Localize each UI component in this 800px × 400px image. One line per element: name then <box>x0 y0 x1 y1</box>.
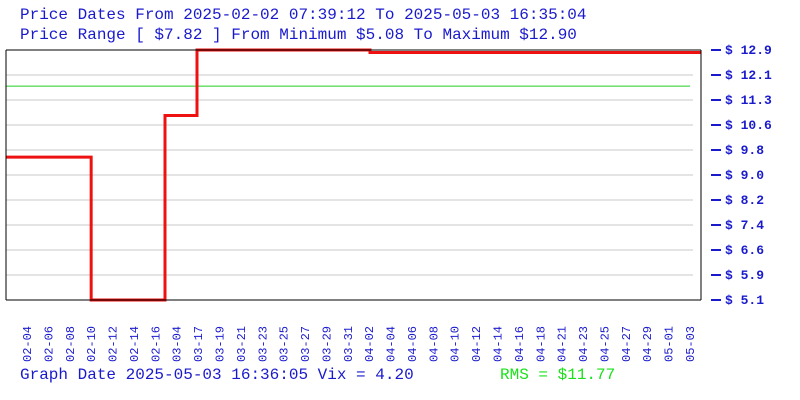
y-tick-label: $ 12.9 <box>725 43 772 58</box>
x-tick-label: 04-21 <box>556 326 570 362</box>
x-tick-label: 04-25 <box>598 326 612 362</box>
x-tick-label: 04-18 <box>534 326 548 362</box>
y-axis: $ 12.9 $ 12.1 $ 11.3 $ 10.6 $ 9.8 $ 9.0 $ 8.2 $… <box>711 43 772 308</box>
x-tick-label: 03-25 <box>278 326 292 362</box>
rms-value: RMS = $11.77 <box>500 366 616 384</box>
x-tick-label: 04-27 <box>620 326 634 362</box>
x-tick-label: 02-12 <box>107 326 121 362</box>
x-tick-label: 03-17 <box>192 326 206 362</box>
x-tick-label: 05-03 <box>684 326 698 362</box>
x-tick-label: 02-14 <box>128 326 142 362</box>
price-chart: $ 12.9 $ 12.1 $ 11.3 $ 10.6 $ 9.8 $ 9.0 $ 8.2 $… <box>5 43 772 362</box>
y-tick-label: $ 7.4 <box>725 218 764 233</box>
x-tick-label: 02-06 <box>42 326 56 362</box>
y-tick-label: $ 9.0 <box>725 168 764 183</box>
x-tick-label: 04-12 <box>470 326 484 362</box>
x-tick-label: 03-29 <box>320 326 334 362</box>
x-tick-label: 04-08 <box>427 326 441 362</box>
x-tick-label: 02-16 <box>149 326 163 362</box>
x-tick-label: 03-21 <box>235 326 249 362</box>
x-tick-label: 04-02 <box>363 326 377 362</box>
x-tick-label: 04-10 <box>449 326 463 362</box>
x-tick-label: 03-04 <box>171 326 185 362</box>
x-tick-label: 05-01 <box>663 326 677 362</box>
y-tick-label: $ 9.8 <box>725 143 764 158</box>
x-tick-label: 03-23 <box>256 326 270 362</box>
x-tick-label: 03-27 <box>299 326 313 362</box>
x-tick-label: 02-08 <box>64 326 78 362</box>
x-tick-label: 03-19 <box>213 326 227 362</box>
x-tick-label: 04-23 <box>577 326 591 362</box>
x-tick-label: 04-06 <box>406 326 420 362</box>
x-tick-label: 03-31 <box>342 326 356 362</box>
x-tick-label: 02-10 <box>85 326 99 362</box>
x-tick-label: 02-04 <box>21 326 35 362</box>
x-axis: 02-04 02-06 02-08 02-10 02-12 02-14 02-16 03-04… <box>21 326 698 362</box>
grid-lines <box>6 74 693 276</box>
x-tick-label: 04-29 <box>641 326 655 362</box>
graph-date-vix: Graph Date 2025-05-03 16:36:05 Vix = 4.2… <box>20 366 414 384</box>
x-tick-label: 04-04 <box>385 326 399 362</box>
x-tick-label: 04-16 <box>513 326 527 362</box>
y-tick-label: $ 8.2 <box>725 193 764 208</box>
y-tick-label: $ 5.9 <box>725 268 764 283</box>
y-tick-label: $ 5.1 <box>725 293 764 308</box>
y-tick-label: $ 12.1 <box>725 68 772 83</box>
x-tick-label: 04-14 <box>492 326 506 362</box>
y-tick-label: $ 11.3 <box>725 93 772 108</box>
y-tick-label: $ 10.6 <box>725 118 772 133</box>
y-tick-label: $ 6.6 <box>725 243 764 258</box>
